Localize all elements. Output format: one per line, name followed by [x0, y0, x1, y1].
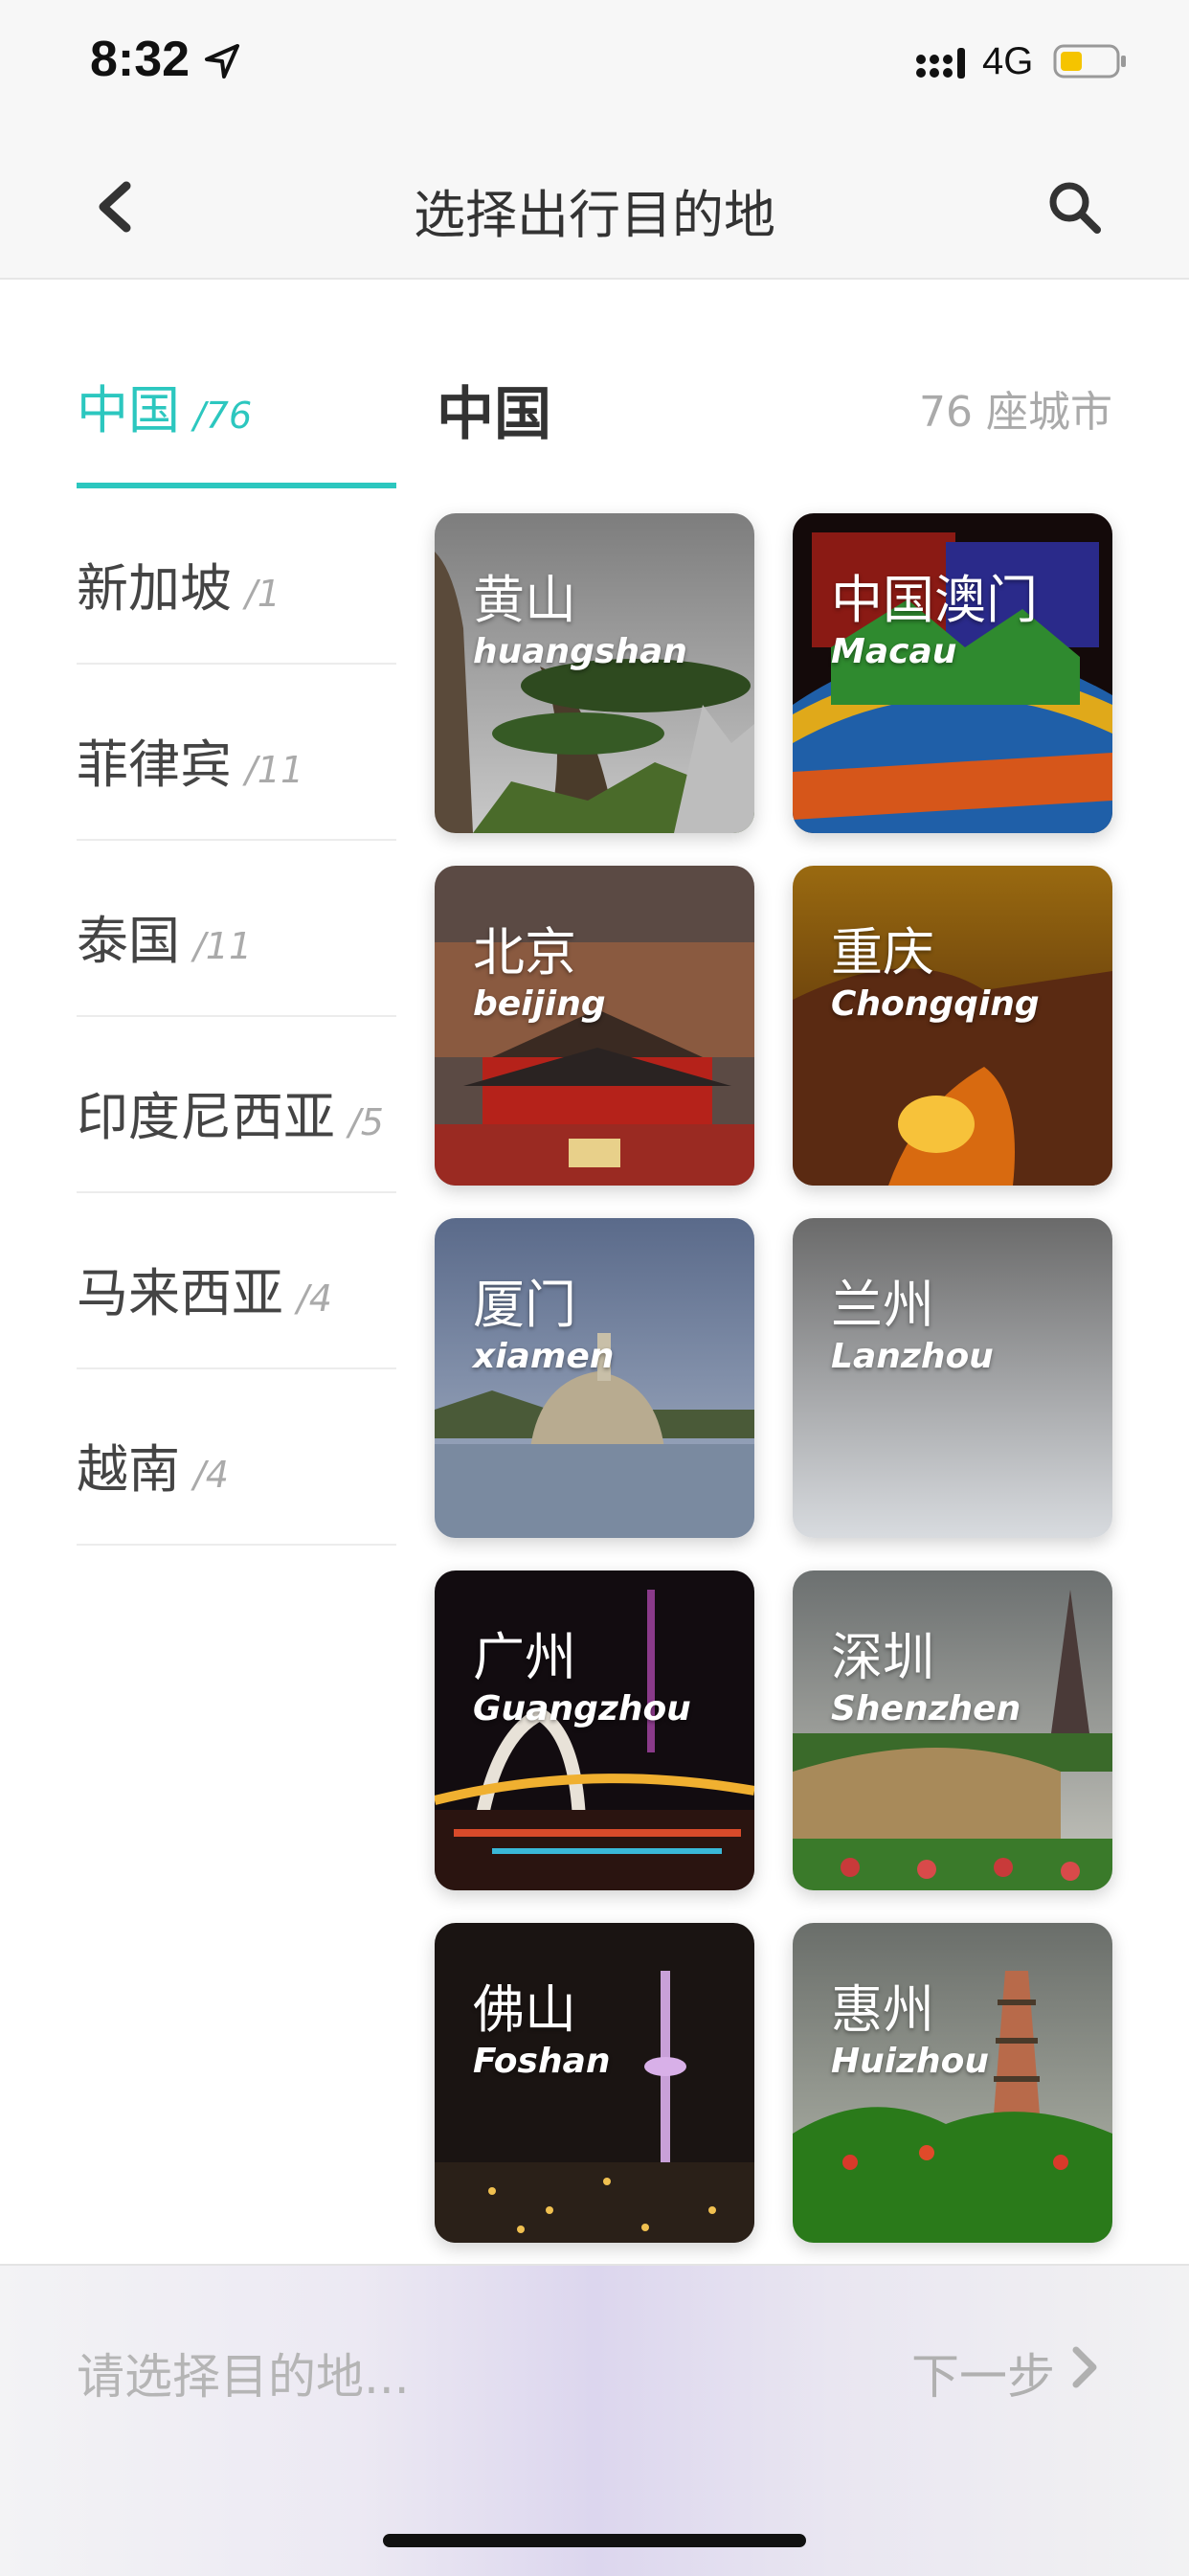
network-type: 4G [982, 40, 1034, 82]
city-name-en: Huizhou [831, 2042, 990, 2081]
city-name-cn: 黄山 [473, 570, 576, 630]
city-name-cn: 重庆 [831, 922, 934, 983]
sidebar-item-count: /11 [193, 925, 253, 967]
location-arrow-icon [205, 44, 239, 79]
city-name-cn: 厦门 [473, 1275, 576, 1335]
sidebar-item-label: 新加坡/1 [77, 558, 280, 619]
city-card-chongqing[interactable]: 重庆 Chongqing [793, 866, 1112, 1186]
sidebar-item-vietnam[interactable]: 越南/4 [77, 1369, 396, 1546]
chevron-right-icon[interactable] [1065, 2342, 1103, 2392]
city-name-en: Chongqing [831, 984, 1040, 1024]
city-name-en: Foshan [473, 2042, 611, 2081]
city-card-beijing[interactable]: 北京 beijing [435, 866, 754, 1186]
sidebar-item-count: /76 [193, 395, 253, 437]
city-name-cn: 兰州 [831, 1275, 934, 1335]
home-indicator [383, 2534, 806, 2547]
sidebar-item-label: 中国/76 [77, 380, 253, 441]
status-bar: 8:32 4G [0, 0, 1189, 134]
city-name-en: Lanzhou [831, 1337, 994, 1376]
page-title: 选择出行目的地 [414, 185, 775, 245]
city-name-cn: 中国澳门 [831, 570, 1038, 630]
city-name-cn: 惠州 [831, 1979, 934, 2040]
city-card-lanzhou[interactable]: 兰州 Lanzhou [793, 1218, 1112, 1538]
sidebar-item-label: 印度尼西亚/5 [77, 1087, 384, 1147]
city-name-en: Shenzhen [831, 1689, 1021, 1729]
destination-placeholder[interactable]: 请选择目的地... [77, 2339, 410, 2407]
sidebar-item-philippines[interactable]: 菲律宾/11 [77, 665, 396, 841]
bottom-bar: 请选择目的地... 下一步 [0, 2264, 1189, 2576]
sidebar-item-thailand[interactable]: 泰国/11 [77, 841, 396, 1017]
sidebar-item-label: 泰国/11 [77, 911, 253, 971]
country-sidebar: 中国/76 新加坡/1 菲律宾/11 泰国/11 印度尼西亚/5 马来西亚/4 … [77, 316, 396, 1546]
city-card-huizhou[interactable]: 惠州 Huizhou [793, 1923, 1112, 2243]
city-name-cn: 佛山 [473, 1979, 576, 2040]
nav-bar: 选择出行目的地 [0, 134, 1189, 280]
region-title: 中国 [437, 381, 551, 448]
status-time: 8:32 [90, 32, 191, 87]
sidebar-item-count: /4 [193, 1454, 229, 1496]
city-name-en: beijing [473, 984, 606, 1024]
city-name-en: Macau [831, 632, 957, 671]
city-card-guangzhou[interactable]: 广州 Guangzhou [435, 1570, 754, 1890]
sidebar-item-count: /11 [245, 749, 304, 791]
sidebar-item-count: /4 [297, 1277, 332, 1320]
sidebar-item-malaysia[interactable]: 马来西亚/4 [77, 1193, 396, 1369]
city-name-en: huangshan [473, 632, 687, 671]
city-name-cn: 广州 [473, 1627, 576, 1687]
city-count: 76 座城市 [919, 388, 1112, 437]
city-card-huangshan[interactable]: 黄山 huangshan [435, 513, 754, 833]
sidebar-item-indonesia[interactable]: 印度尼西亚/5 [77, 1017, 396, 1193]
battery-icon [1053, 44, 1126, 79]
city-name-en: Guangzhou [473, 1689, 691, 1729]
sidebar-item-count: /5 [348, 1101, 384, 1143]
sidebar-item-label: 菲律宾/11 [77, 734, 304, 795]
city-name-en: xiamen [473, 1337, 615, 1376]
next-button[interactable]: 下一步 [911, 2339, 1055, 2407]
sidebar-item-label: 马来西亚/4 [77, 1263, 332, 1323]
search-icon[interactable] [1043, 176, 1105, 237]
city-card-foshan[interactable]: 佛山 Foshan [435, 1923, 754, 2243]
signal-icon [916, 48, 965, 79]
sidebar-item-label: 越南/4 [77, 1439, 229, 1500]
sidebar-item-singapore[interactable]: 新加坡/1 [77, 488, 396, 665]
city-name-cn: 深圳 [831, 1627, 934, 1687]
city-card-macau[interactable]: 中国澳门 Macau [793, 513, 1112, 833]
sidebar-item-count: /1 [245, 573, 280, 615]
sidebar-item-china[interactable]: 中国/76 [77, 316, 396, 488]
city-card-shenzhen[interactable]: 深圳 Shenzhen [793, 1570, 1112, 1890]
city-name-cn: 北京 [473, 922, 576, 983]
city-card-xiamen[interactable]: 厦门 xiamen [435, 1218, 754, 1538]
